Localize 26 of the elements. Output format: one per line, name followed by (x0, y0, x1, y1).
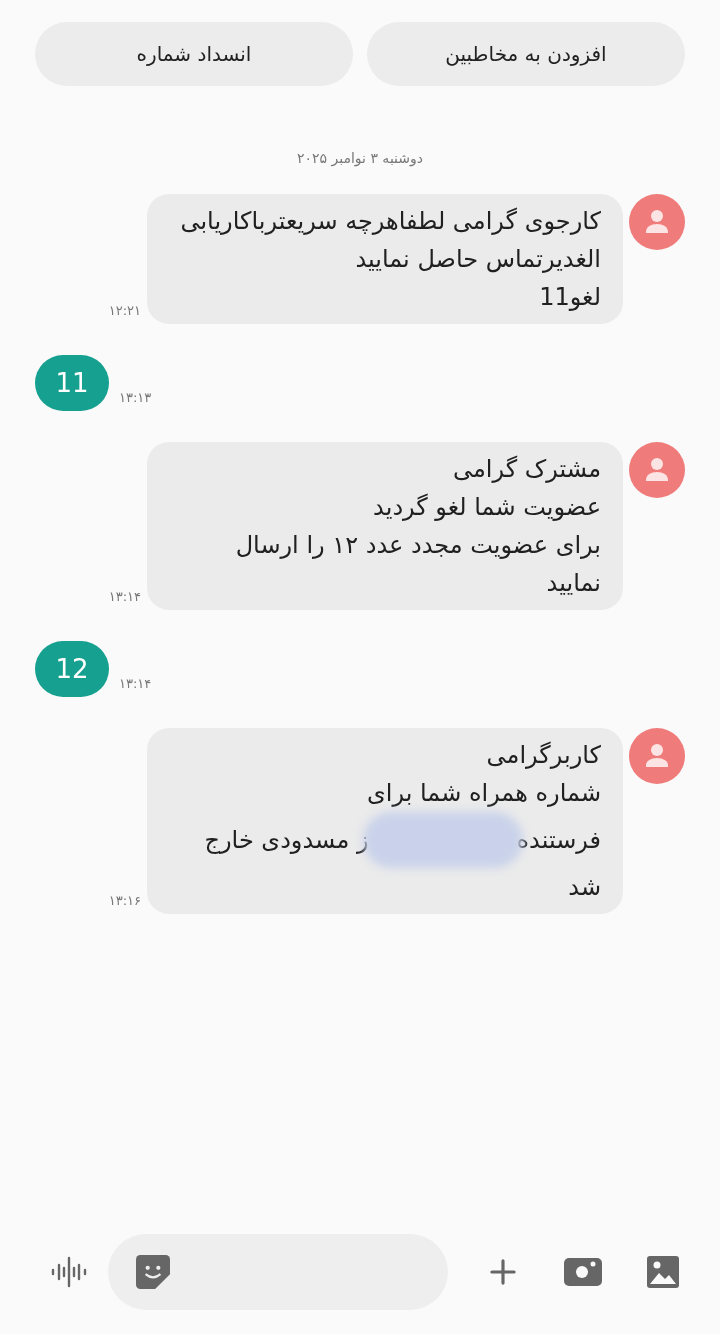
message-text: الغدیرتماس حاصل نمایید (354, 244, 601, 275)
message-text: شد (567, 872, 601, 903)
date-label: دوشنبه ۳ نوامبر ۲۰۲۵ (296, 149, 424, 169)
action-button[interactable]: افزودن به مخاطبین (367, 22, 685, 86)
message-text: برای عضویت مجدد عدد ۱۲ را ارسال (234, 530, 601, 561)
message-text: کارجوی گرامی لطفاهرچه سریعترباکاریابی (179, 206, 601, 237)
avatar-icon (629, 728, 685, 784)
message-time: ۱۳:۱۴ (119, 674, 152, 693)
message-time: ۱۳:۱۴ (108, 587, 141, 606)
avatar-icon (629, 442, 685, 498)
message-bubble: 11 (35, 355, 109, 411)
message-bubble: 12 (35, 641, 109, 697)
message-text: مشترک گرامی (451, 454, 601, 485)
sticker-icon[interactable] (136, 1255, 170, 1289)
message-time: ۱۳:۱۶ (108, 891, 141, 910)
message-text: لغو11 (538, 282, 601, 313)
message-text: شماره همراه شما برای (365, 778, 601, 809)
message-time: ۱۳:۱۳ (119, 388, 152, 407)
message-time: ۱۲:۲۱ (108, 301, 141, 320)
message-text: عضویت شما لغو گردید (372, 492, 601, 523)
message-text: کاربرگرامی (485, 740, 601, 771)
message-text: ز مسدودی خارج (204, 825, 369, 856)
message-text: نمایید (545, 568, 601, 599)
action-button[interactable]: انسداد شماره (35, 22, 353, 86)
message-text: فرستنده (516, 825, 601, 856)
avatar-icon (629, 194, 685, 250)
